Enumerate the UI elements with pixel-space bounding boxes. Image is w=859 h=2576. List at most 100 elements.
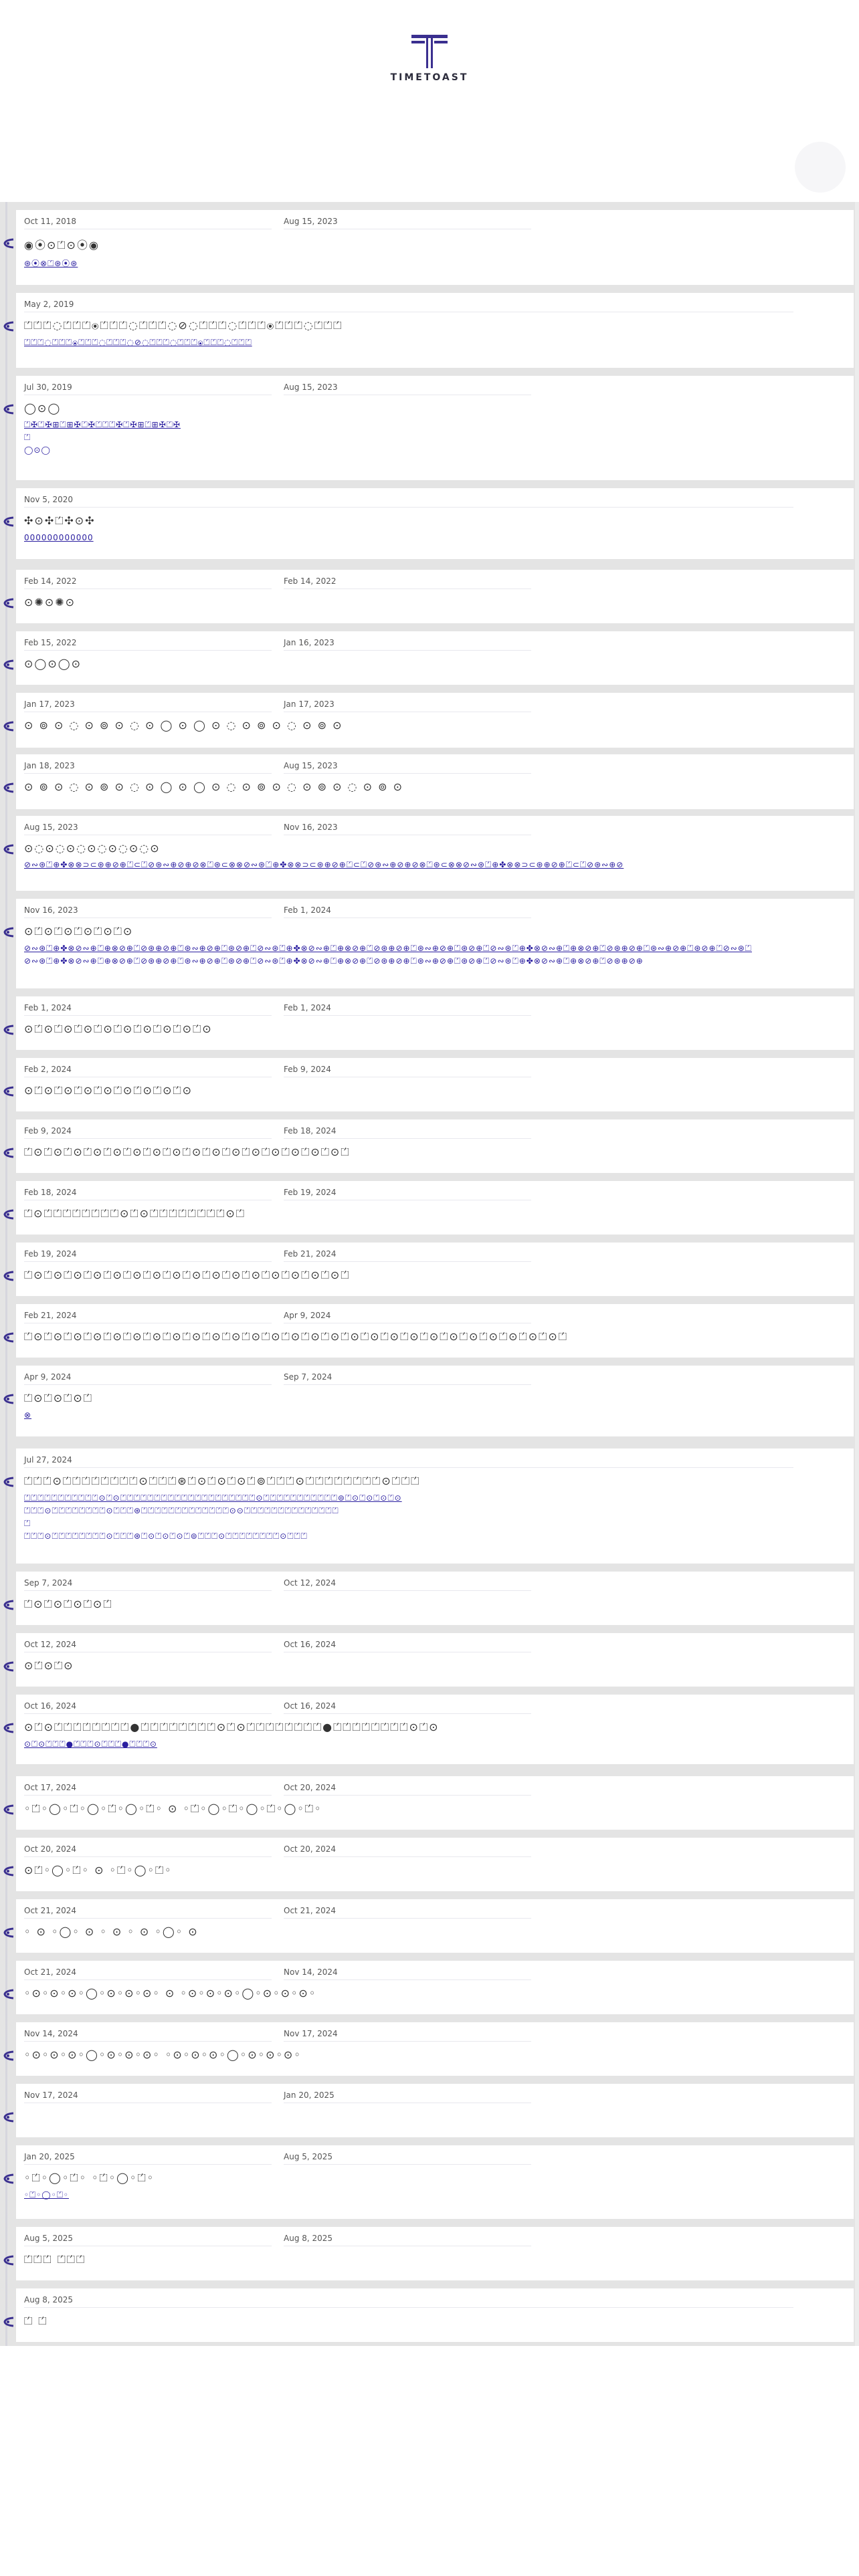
- entry-title: ⏍⊙⏍⏍⏍⏍⏍⏍⏍⏍⊙⏍⊙⏍⏍⏍⏍⏍⏍⏍⏍⊙⏍: [24, 1207, 246, 1220]
- entry-link[interactable]: ⏍⏍⏍◌⏍⏍⏍⦿⏍⏍⏍◌⏍⏍⏍◌⊘◌⏍⏍⏍◌⏍⏍⏍⦿⏍⏍⏍◌⏍⏍⏍: [24, 338, 847, 348]
- entry-link[interactable]: ⏍✠⏍✠⊞⏍⊞✠⏍✠⏍⏍⏍✠⏍✠⊞⏍⊞✠⏍✠: [24, 420, 847, 430]
- entry-end-date: Oct 16, 2024: [284, 1640, 531, 1652]
- entry-start-date: Nov 17, 2024: [24, 2090, 272, 2103]
- entry-dates: Nov 5, 2020: [24, 495, 847, 508]
- timeline-entry[interactable]: Oct 17, 2024 Oct 20, 2024 ◦⏍◦◯◦⏍◦◯◦⏍◦◯◦⏍◦ …: [3, 1776, 854, 1830]
- timeline-marker-icon: [3, 321, 15, 332]
- entry-link[interactable]: ◦⏍◦◯◦⏍◦: [24, 2190, 847, 2200]
- entry-link[interactable]: ⊘∾⊛⏍⊕✤⊗⊘∾⊕⏍⊕⊗⊘⊕⏍⊘⊛⊕⊘⊕⏍⊛∾⊕⊘⊕⏍⊛⊘⊕⏍⊘∾⊛⏍⊕✤⊗⊘…: [24, 944, 847, 954]
- timeline-entry[interactable]: Jul 30, 2019 Aug 15, 2023 ◯⊙◯ ⏍✠⏍✠⊞⏍⊞✠⏍✠⏍⏍⏍…: [3, 376, 854, 480]
- entry-title: ⊙◯⊙◯⊙: [24, 657, 82, 670]
- entry-description-line[interactable]: ⏍: [24, 433, 847, 443]
- entry-dates: Feb 15, 2022 Jan 16, 2023: [24, 638, 847, 651]
- entry-title: ⊙◌⊙◌⊙◌⊙◌⊙◌⊙◌⊙: [24, 842, 161, 855]
- timeline-entry[interactable]: Oct 21, 2024 Oct 21, 2024 ◦ ⊙ ◦◯◦ ⊙ ◦ ⊙ ◦ …: [3, 1899, 854, 1953]
- timeline-marker-icon: [3, 1804, 15, 1815]
- entry-title: ⏍⏍⏍⊙⏍⏍⏍⏍⏍⏍⏍⏍⊙⏍⏍⏍⊛⏍⊙⏍⊙⏍⊙⏍⊚⏍⏍⏍⊙⏍⏍⏍⏍⏍⏍⏍⏍⊙⏍⏍…: [24, 1475, 421, 1487]
- timeline-entry[interactable]: Oct 16, 2024 Oct 16, 2024 ⊙⏍⊙⏍⏍⏍⏍⏍⏍⏍⏍●⏍⏍⏍⏍…: [3, 1695, 854, 1764]
- timeline-entry[interactable]: Apr 9, 2024 Sep 7, 2024 ⏍⊙⏍⊙⏍⊙⏍ ⊗: [3, 1366, 854, 1436]
- timeline-entry[interactable]: Aug 5, 2025 Aug 8, 2025 ⏍⏍⏍ ⏍⏍⏍: [3, 2227, 854, 2280]
- timeline-entry[interactable]: Jan 20, 2025 Aug 5, 2025 ◦⏍◦◯◦⏍◦ ◦⏍◦◯◦⏍◦ ◦⏍…: [3, 2145, 854, 2219]
- entry-dates: Feb 9, 2024 Feb 18, 2024: [24, 1126, 847, 1139]
- brand-logo[interactable]: TIMETOAST: [0, 35, 859, 83]
- entry-description-line[interactable]: ⏍: [24, 1519, 847, 1529]
- entry-start-date: Sep 7, 2024: [24, 1578, 272, 1591]
- timetoast-logo-icon: [411, 35, 448, 68]
- timeline-entry[interactable]: Feb 2, 2024 Feb 9, 2024 ⊙⏍⊙⏍⊙⏍⊙⏍⊙⏍⊙⏍⊙⏍⊙⏍⊙: [3, 1058, 854, 1111]
- entry-end-date: Apr 9, 2024: [284, 1311, 531, 1323]
- timeline-entry[interactable]: Feb 21, 2024 Apr 9, 2024 ⏍⊙⏍⊙⏍⊙⏍⊙⏍⊙⏍⊙⏍⊙⏍⊙⏍…: [3, 1304, 854, 1358]
- timeline-entry[interactable]: Oct 20, 2024 Oct 20, 2024 ⊙⏍◦◯◦⏍◦ ⊙ ◦⏍◦◯◦⏍…: [3, 1838, 854, 1891]
- entry-end-date: Oct 12, 2024: [284, 1578, 531, 1591]
- timeline-entry[interactable]: May 2, 2019 ⏍⏍⏍◌⏍⏍⏍⦿⏍⏍⏍◌⏍⏍⏍◌⊘◌⏍⏍⏍◌⏍⏍⏍⦿⏍⏍⏍…: [3, 293, 854, 368]
- timeline-entry[interactable]: Nov 16, 2023 Feb 1, 2024 ⊙⏍⊙⏍⊙⏍⊙⏍⊙⏍⊙ ⊘∾⊛⏍⊕✤…: [3, 899, 854, 988]
- timeline-entry[interactable]: Nov 5, 2020 ✣⊙✣⏍✣⊙✣ 000000000000: [3, 488, 854, 559]
- timeline-entry[interactable]: Oct 21, 2024 Nov 14, 2024 ◦⊙◦⊙◦⊙◦◯◦⊙◦⊙◦⊙◦ …: [3, 1961, 854, 2014]
- scrollbar[interactable]: [855, 202, 859, 2346]
- entry-end-date: Sep 7, 2024: [284, 1372, 531, 1385]
- entry-title: ⊙ ⊚ ⊙ ◌ ⊙ ⊚ ⊙ ◌ ⊙ ◯ ⊙ ◯ ⊙ ◌ ⊙ ⊚ ⊙ ◌ ⊙ ⊚ …: [24, 719, 343, 732]
- entry-dates: Oct 21, 2024 Nov 14, 2024: [24, 1967, 847, 1980]
- timeline-entry[interactable]: Jul 27, 2024 ⏍⏍⏍⊙⏍⏍⏍⏍⏍⏍⏍⏍⊙⏍⏍⏍⊛⏍⊙⏍⊙⏍⊙⏍⊚⏍⏍⏍…: [3, 1448, 854, 1564]
- timeline-entry[interactable]: Feb 18, 2024 Feb 19, 2024 ⏍⊙⏍⏍⏍⏍⏍⏍⏍⏍⊙⏍⊙⏍⏍⏍…: [3, 1181, 854, 1235]
- entry-link[interactable]: ⊗: [24, 1410, 847, 1420]
- entry-start-date: Feb 2, 2024: [24, 1065, 272, 1077]
- entry-dates: Jul 30, 2019 Aug 15, 2023: [24, 383, 847, 395]
- entry-dates: Oct 20, 2024 Oct 20, 2024: [24, 1844, 847, 1857]
- timeline-entry[interactable]: Feb 15, 2022 Jan 16, 2023 ⊙◯⊙◯⊙: [3, 631, 854, 685]
- entry-end-date: Aug 8, 2025: [284, 2234, 531, 2246]
- timeline-marker-icon: [3, 2050, 15, 2061]
- entry-link[interactable]: 000000000000: [24, 533, 847, 542]
- entry-start-date: Aug 5, 2025: [24, 2234, 272, 2246]
- timeline-entry[interactable]: Aug 8, 2025 ⏍ ⏍: [3, 2288, 854, 2342]
- entry-dates: Sep 7, 2024 Oct 12, 2024: [24, 1578, 847, 1591]
- timeline-entry[interactable]: Feb 14, 2022 Feb 14, 2022 ⊙✺⊙✺⊙: [3, 570, 854, 623]
- timeline-entry[interactable]: Sep 7, 2024 Oct 12, 2024 ⏍⊙⏍⊙⏍⊙⏍⊙⏍: [3, 1572, 854, 1625]
- entry-description-line[interactable]: ⊘∾⊛⏍⊕✤⊗⊘∾⊕⏍⊕⊗⊘⊕⏍⊘⊛⊕⊘⊕⏍⊛∾⊕⊘⊕⏍⊛⊘⊕⏍⊘∾⊛⏍⊕✤⊗⊘…: [24, 956, 847, 966]
- entry-dates: Aug 8, 2025: [24, 2295, 847, 2308]
- entry-title: ✣⊙✣⏍✣⊙✣: [24, 514, 96, 527]
- entry-description-line[interactable]: ◯⊙◯: [24, 445, 847, 455]
- entry-end-date: Feb 21, 2024: [284, 1249, 531, 1262]
- entry-start-date: Oct 21, 2024: [24, 1906, 272, 1919]
- timeline-entry[interactable]: Oct 11, 2018 Aug 15, 2023 ◉⦿⊙⏍⊙⦿◉ ⊛⦿⊗⏍⊛⦿⊛: [3, 210, 854, 285]
- entry-start-date: Oct 17, 2024: [24, 1783, 272, 1796]
- entry-dates: Oct 21, 2024 Oct 21, 2024: [24, 1906, 847, 1919]
- entry-dates: Feb 18, 2024 Feb 19, 2024: [24, 1188, 847, 1200]
- entry-link[interactable]: ⊘∾⊛⏍⊕✤⊗⊗⊃⊂⊛⊕⊘⊕⏍⊂⏍⊘⊛∾⊕⊘⊕⊘⊗⏍⊛⊂⊗⊗⊘∾⊛⏍⊕✤⊗⊗⊃⊂…: [24, 860, 847, 870]
- timeline-marker-icon: [3, 1866, 15, 1876]
- timeline-entry[interactable]: Aug 15, 2023 Nov 16, 2023 ⊙◌⊙◌⊙◌⊙◌⊙◌⊙◌⊙ ⊘∾⊛…: [3, 816, 854, 891]
- entry-title: ◉⦿⊙⏍⊙⦿◉: [24, 239, 100, 251]
- timeline-marker-icon: [3, 598, 15, 609]
- entry-description-line[interactable]: ⏍⏍⏍⊙⏍⏍⏍⏍⏍⏍⏍⏍⊙⏍⏍⏍⊛⏍⊙⏍⊙⏍⊙⏍⊚⏍⏍⏍⊙⏍⏍⏍⏍⏍⏍⏍⏍⊙⏍⏍…: [24, 1531, 847, 1541]
- entry-link[interactable]: ⏍⏍⏍⏍⏍⏍⏍⏍⏍⏍⏍⊙⏍⊙⏍⏍⏍⏍⏍⏍⏍⏍⏍⏍⏍⏍⏍⏍⏍⏍⏍⏍⏍⏍⊙⏍⏍⏍⏍⏍…: [24, 1493, 847, 1503]
- timeline-entry[interactable]: Feb 9, 2024 Feb 18, 2024 ⏍⊙⏍⊙⏍⊙⏍⊙⏍⊙⏍⊙⏍⊙⏍⊙⏍…: [3, 1119, 854, 1173]
- entry-start-date: Apr 9, 2024: [24, 1372, 272, 1385]
- timeline-entry[interactable]: Jan 18, 2023 Aug 15, 2023 ⊙ ⊚ ⊙ ◌ ⊙ ⊚ ⊙ ◌ …: [3, 754, 854, 809]
- timeline-entry[interactable]: Jan 17, 2023 Jan 17, 2023 ⊙ ⊚ ⊙ ◌ ⊙ ⊚ ⊙ ◌ …: [3, 693, 854, 748]
- timeline-marker-icon: [3, 782, 15, 793]
- entry-link[interactable]: ⊙⏍⊙⏍⏍⏍●⏍⏍⏍⊙⏍⏍⏍●⏍⏍⏍⊙: [24, 1739, 847, 1749]
- entry-description-line[interactable]: ⏍⏍⏍⊙⏍⏍⏍⏍⏍⏍⏍⏍⊙⏍⏍⏍⊛⏍⏍⏍⏍⏍⏍⏍⏍⏍⏍⏍⏍⏍⊙⊙⏍⏍⏍⏍⏍⏍⏍⏍…: [24, 1506, 847, 1516]
- timeline-entry[interactable]: Oct 12, 2024 Oct 16, 2024 ⊙⏍⊙⏍⊙: [3, 1633, 854, 1687]
- entry-dates: Jan 20, 2025 Aug 5, 2025: [24, 2152, 847, 2165]
- entry-dates: Oct 12, 2024 Oct 16, 2024: [24, 1640, 847, 1652]
- timeline-marker-icon: [3, 1477, 15, 1487]
- timeline-entry[interactable]: Feb 1, 2024 Feb 1, 2024 ⊙⏍⊙⏍⊙⏍⊙⏍⊙⏍⊙⏍⊙⏍⊙⏍⊙⏍…: [3, 996, 854, 1050]
- entry-dates: Feb 14, 2022 Feb 14, 2022: [24, 576, 847, 589]
- timeline-entry[interactable]: Nov 14, 2024 Nov 17, 2024 ◦⊙◦⊙◦⊙◦◯◦⊙◦⊙◦⊙◦ …: [3, 2022, 854, 2076]
- entry-end-date: Feb 9, 2024: [284, 1065, 531, 1077]
- timeline-marker-icon: [3, 238, 15, 249]
- entry-start-date: Feb 14, 2022: [24, 576, 272, 589]
- entry-link[interactable]: ⊛⦿⊗⏍⊛⦿⊛: [24, 257, 847, 269]
- timeline-entry[interactable]: Feb 19, 2024 Feb 21, 2024 ⏍⊙⏍⊙⏍⊙⏍⊙⏍⊙⏍⊙⏍⊙⏍⊙…: [3, 1243, 854, 1296]
- entry-dates: Aug 15, 2023 Nov 16, 2023: [24, 823, 847, 835]
- entry-title: ⏍⊙⏍⊙⏍⊙⏍⊙⏍⊙⏍⊙⏍⊙⏍⊙⏍⊙⏍⊙⏍⊙⏍⊙⏍⊙⏍⊙⏍⊙⏍⊙⏍: [24, 1146, 351, 1158]
- entry-title: ⊙⏍⊙⏍⊙: [24, 1659, 74, 1672]
- floating-action-circle[interactable]: [795, 142, 846, 193]
- page-header: TIMETOAST: [0, 0, 859, 201]
- entry-dates: Feb 21, 2024 Apr 9, 2024: [24, 1311, 847, 1323]
- entry-start-date: May 2, 2019: [24, 300, 793, 312]
- entry-start-date: Nov 14, 2024: [24, 2029, 272, 2042]
- timeline-entry[interactable]: Nov 17, 2024 Jan 20, 2025: [3, 2084, 854, 2137]
